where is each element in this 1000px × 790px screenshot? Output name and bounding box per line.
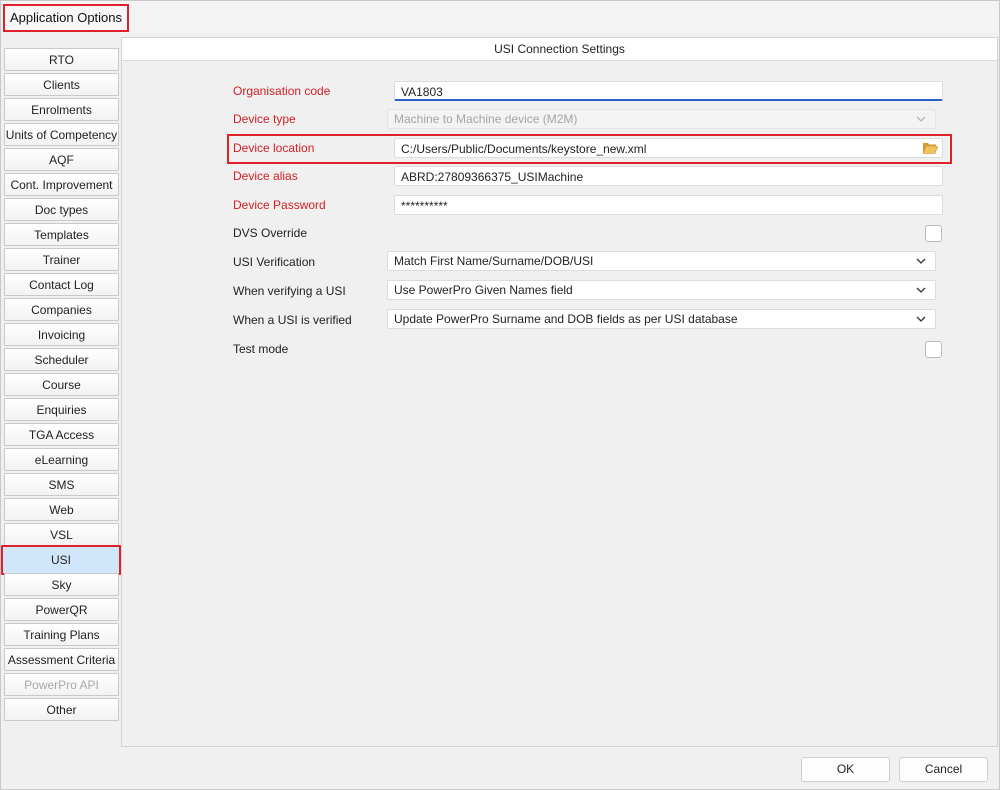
sidebar-item-web[interactable]: Web	[4, 498, 119, 521]
folder-open-icon[interactable]	[922, 141, 938, 155]
title-bar: Application Options	[1, 1, 999, 33]
verifying-usi-select[interactable]: Use PowerPro Given Names field	[387, 280, 936, 300]
sidebar-item-training-plans[interactable]: Training Plans	[4, 623, 119, 646]
sidebar-item-scheduler[interactable]: Scheduler	[4, 348, 119, 371]
usi-verified-label: When a USI is verified	[233, 313, 352, 327]
sidebar-item-enquiries[interactable]: Enquiries	[4, 398, 119, 421]
device-password-label: Device Password	[233, 198, 326, 212]
sidebar-item-trainer[interactable]: Trainer	[4, 248, 119, 271]
ok-button[interactable]: OK	[801, 757, 890, 782]
chevron-down-icon	[916, 116, 926, 122]
device-location-value: C:/Users/Public/Documents/keystore_new.x…	[401, 142, 647, 156]
device-alias-label: Device alias	[233, 169, 298, 183]
sidebar-item-usi[interactable]: USI	[1, 545, 121, 575]
cancel-button[interactable]: Cancel	[899, 757, 988, 782]
sidebar-item-powerpro-api: PowerPro API	[4, 673, 119, 696]
device-type-label: Device type	[233, 112, 296, 126]
usi-verification-value: Match First Name/Surname/DOB/USI	[394, 254, 594, 268]
sidebar-item-vsl[interactable]: VSL	[4, 523, 119, 546]
test-mode-checkbox[interactable]	[925, 341, 942, 358]
sidebar-item-sms[interactable]: SMS	[4, 473, 119, 496]
sidebar-item-companies[interactable]: Companies	[4, 298, 119, 321]
sidebar-item-doc-types[interactable]: Doc types	[4, 198, 119, 221]
usi-verified-select[interactable]: Update PowerPro Surname and DOB fields a…	[387, 309, 936, 329]
window-title: Application Options	[3, 4, 130, 32]
dvs-override-label: DVS Override	[233, 226, 308, 240]
application-options-window: Application Options RTO Clients Enrolmen…	[0, 0, 1000, 790]
sidebar-item-sky[interactable]: Sky	[4, 573, 119, 596]
device-type-value: Machine to Machine device (M2M)	[394, 112, 578, 126]
sidebar-item-contact-log[interactable]: Contact Log	[4, 273, 119, 296]
usi-verification-label: USI Verification	[233, 255, 316, 269]
chevron-down-icon	[916, 287, 926, 293]
device-alias-input[interactable]: ABRD:27809366375_USIMachine	[394, 166, 943, 186]
sidebar-item-other[interactable]: Other	[4, 698, 119, 721]
panel-title: USI Connection Settings	[122, 38, 997, 61]
org-code-label: Organisation code	[233, 84, 331, 98]
test-mode-label: Test mode	[233, 342, 289, 356]
sidebar-item-powerqr[interactable]: PowerQR	[4, 598, 119, 621]
verifying-usi-label: When verifying a USI	[233, 284, 346, 298]
sidebar-item-clients[interactable]: Clients	[4, 73, 119, 96]
sidebar-item-assessment-criteria[interactable]: Assessment Criteria	[4, 648, 119, 671]
sidebar-item-invoicing[interactable]: Invoicing	[4, 323, 119, 346]
device-type-select: Machine to Machine device (M2M)	[387, 109, 936, 129]
chevron-down-icon	[916, 258, 926, 264]
sidebar-item-elearning[interactable]: eLearning	[4, 448, 119, 471]
chevron-down-icon	[916, 316, 926, 322]
device-password-input[interactable]: **********	[394, 195, 943, 215]
verifying-usi-value: Use PowerPro Given Names field	[394, 283, 573, 297]
sidebar-item-units-of-competency[interactable]: Units of Competency	[4, 123, 119, 146]
dvs-override-checkbox[interactable]	[925, 225, 942, 242]
sidebar-item-tga-access[interactable]: TGA Access	[4, 423, 119, 446]
sidebar-item-course[interactable]: Course	[4, 373, 119, 396]
sidebar-item-rto[interactable]: RTO	[4, 48, 119, 71]
sidebar-item-aqf[interactable]: AQF	[4, 148, 119, 171]
org-code-input[interactable]: VA1803	[394, 81, 943, 101]
usi-settings-panel: USI Connection Settings Organisation cod…	[121, 37, 998, 747]
usi-verified-value: Update PowerPro Surname and DOB fields a…	[394, 312, 738, 326]
device-location-label: Device location	[233, 141, 315, 155]
device-location-input[interactable]: C:/Users/Public/Documents/keystore_new.x…	[394, 138, 943, 158]
sidebar-item-enrolments[interactable]: Enrolments	[4, 98, 119, 121]
usi-verification-select[interactable]: Match First Name/Surname/DOB/USI	[387, 251, 936, 271]
sidebar-item-templates[interactable]: Templates	[4, 223, 119, 246]
sidebar-item-cont-improvement[interactable]: Cont. Improvement	[4, 173, 119, 196]
